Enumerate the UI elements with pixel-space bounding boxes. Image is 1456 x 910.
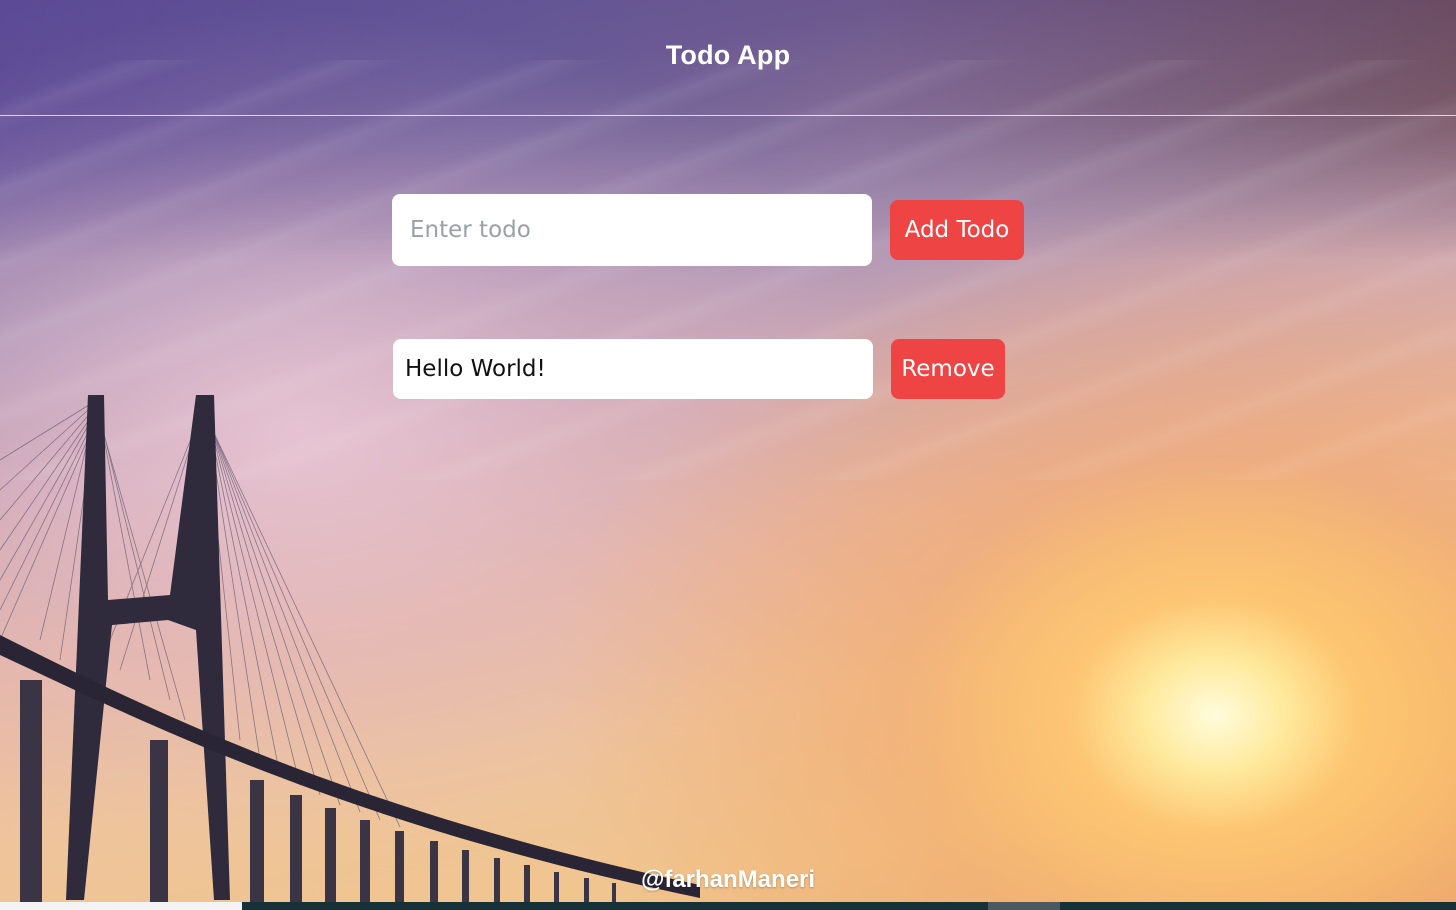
app-header: Todo App: [0, 0, 1456, 116]
os-taskbar: [0, 902, 1456, 910]
background-bridge-image: [0, 395, 700, 910]
page-title: Todo App: [665, 40, 791, 70]
remove-todo-button[interactable]: Remove: [891, 339, 1005, 399]
taskbar-segment: [0, 902, 242, 910]
todo-item-text: Hello World!: [393, 339, 873, 399]
taskbar-segment: [988, 902, 1060, 910]
todo-input[interactable]: [392, 194, 872, 266]
add-todo-button[interactable]: Add Todo: [890, 200, 1024, 260]
footer-credit: @farhanManeri: [640, 866, 816, 893]
add-todo-form: Add Todo: [392, 194, 1024, 266]
todo-item: Hello World! Remove: [393, 339, 1005, 399]
app-page: Todo App Add Todo Hello World! Remove @f…: [0, 0, 1456, 910]
